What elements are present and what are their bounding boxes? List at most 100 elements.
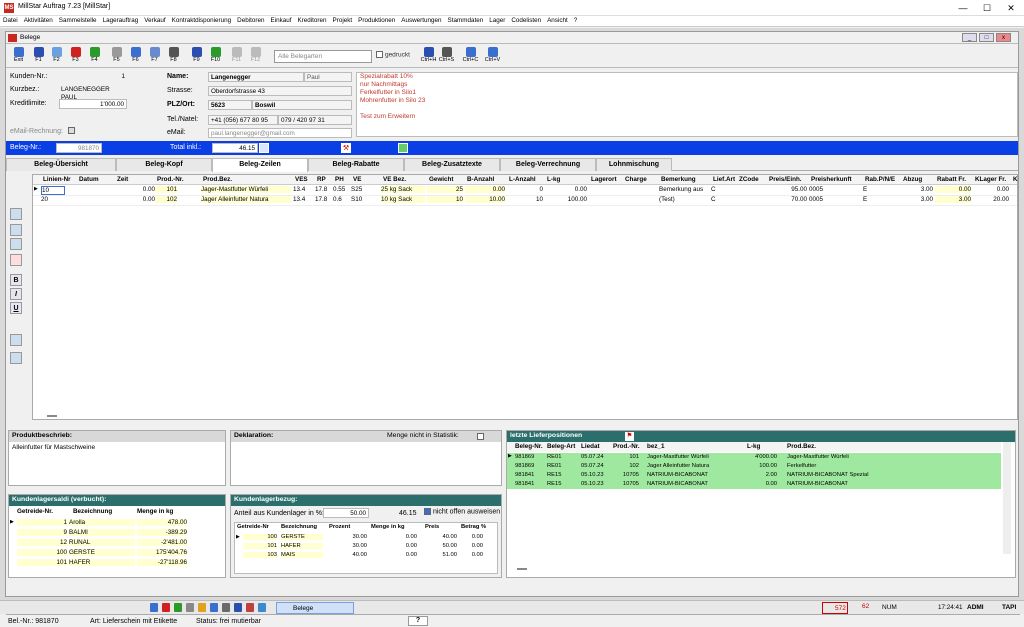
col-header-abzug[interactable]: Abzug: [903, 176, 922, 183]
menu-projekt[interactable]: Projekt: [330, 16, 356, 25]
cell-bemerkung[interactable]: Bemerkung aus: [659, 186, 709, 193]
cell-rabatt-fr[interactable]: 3.00: [935, 196, 971, 203]
liefer-cell-liedat[interactable]: 05.07.24: [581, 454, 604, 460]
insert-row-icon[interactable]: [10, 208, 22, 220]
tab-beleg-kopf[interactable]: Beleg-Kopf: [116, 158, 212, 171]
menu-einkauf[interactable]: Einkauf: [267, 16, 294, 25]
col-header-datum[interactable]: Datum: [79, 176, 99, 183]
liefer-cell-beleg-nr[interactable]: 981869: [515, 454, 534, 460]
child-minimize-icon[interactable]: _: [962, 33, 977, 42]
liefer-cell-prod-bez[interactable]: NATRIUM-BICABONAT Spezial: [787, 472, 869, 478]
ctrl-c-button[interactable]: Ctrl+C: [462, 46, 479, 66]
col-header-rab-p-n-e[interactable]: Rab.P/N/E: [865, 176, 895, 183]
cell-lief-art[interactable]: C: [711, 196, 735, 203]
tab-beleg-zusatztexte[interactable]: Beleg-Zusatztexte: [404, 158, 500, 171]
saldi-cell-getreide-nr[interactable]: 1: [17, 519, 67, 526]
col-header-klager-fr[interactable]: KLager Fr.: [975, 176, 1006, 183]
bezug-cell-betrag[interactable]: 0.00: [457, 543, 483, 549]
kreditlimite-field[interactable]: 1'000.00: [59, 99, 127, 109]
liefer-col-beleg-art[interactable]: Beleg-Art: [547, 443, 575, 450]
cell-linien-nr[interactable]: 20: [41, 196, 65, 203]
menu-datei[interactable]: Datei: [0, 16, 21, 25]
cell-preis-einh[interactable]: 70.00: [767, 196, 807, 203]
list-icon[interactable]: [10, 334, 22, 346]
liefer-cell-bez-1[interactable]: Jager Alleinfutter Natura: [647, 463, 709, 469]
saldi-col-bezeichnung[interactable]: Bezeichnung: [73, 508, 112, 515]
bezug-cell-preis[interactable]: 51.00: [425, 552, 457, 558]
menu-aktivit-ten[interactable]: Aktivitäten: [21, 16, 56, 25]
email-field[interactable]: paul.langenegger@gmail.com: [208, 128, 352, 138]
bezug-col-getreide-nr[interactable]: Getreide-Nr: [237, 524, 269, 530]
cell-ve[interactable]: S10: [351, 196, 379, 203]
table-row[interactable]: 20 0.00 102 Jager Alleinfutter Natura 13.4 17…: [33, 196, 1017, 206]
menu-codelisten[interactable]: Codelisten: [508, 16, 544, 25]
liefer-col-prod-bez[interactable]: Prod.Bez.: [787, 443, 816, 450]
liefer-cell-l-kg[interactable]: 4'000.00: [727, 454, 777, 460]
f7-button[interactable]: F7: [146, 46, 163, 66]
saldi-row[interactable]: 100 GERSTE 175'404.76: [9, 549, 209, 559]
child-close-icon[interactable]: x: [996, 33, 1011, 42]
belegarten-select[interactable]: Alle Belegarten: [274, 50, 372, 63]
f12-button[interactable]: F12: [247, 46, 264, 66]
liefer-cell-beleg-nr[interactable]: 981841: [515, 481, 534, 487]
menu-auswertungen[interactable]: Auswertungen: [398, 16, 444, 25]
bezug-cell-menge-in-kg[interactable]: 0.00: [371, 552, 417, 558]
liefer-row[interactable]: 981841 RE15 05.10.23 10705 NATRIUM-BICABONAT…: [507, 471, 1001, 480]
task-icon-3[interactable]: [174, 603, 182, 612]
saldi-cell-menge-in-kg[interactable]: -389.29: [137, 529, 187, 536]
f5-button[interactable]: F5: [108, 46, 125, 66]
tab-beleg-verrechnung[interactable]: Beleg-Verrechnung: [500, 158, 596, 171]
task-icon-9[interactable]: [246, 603, 254, 612]
cell-linien-nr[interactable]: 10: [41, 186, 65, 195]
col-header-zeit[interactable]: Zeit: [117, 176, 128, 183]
liefer-col-prod-nr[interactable]: Prod.-Nr.: [613, 443, 640, 450]
bezug-cell-prozent[interactable]: 30.00: [329, 543, 367, 549]
liefer-cell-beleg-art[interactable]: RE01: [547, 454, 562, 460]
plz-field[interactable]: 5623: [208, 100, 252, 110]
liefer-col-liedat[interactable]: Liedat: [581, 443, 600, 450]
task-icon-8[interactable]: [234, 603, 242, 612]
bezug-cell-preis[interactable]: 40.00: [425, 534, 457, 540]
bezug-cell-betrag[interactable]: 0.00: [457, 534, 483, 540]
tool-icon[interactable]: ⚒: [341, 143, 351, 153]
liefer-cell-prod-bez[interactable]: Ferkelfutter: [787, 463, 816, 469]
task-belege[interactable]: Belege: [276, 602, 354, 614]
cell-gewicht[interactable]: 10: [427, 196, 463, 203]
saldi-cell-bezeichnung[interactable]: BALMI: [69, 529, 135, 536]
f6-button[interactable]: F6: [127, 46, 144, 66]
name-field[interactable]: Langenegger: [208, 72, 304, 82]
natel-field[interactable]: 079 / 420 97 31: [278, 115, 352, 125]
bezug-cell-prozent[interactable]: 30.00: [329, 534, 367, 540]
tab-beleg-zeilen[interactable]: Beleg-Zeilen: [212, 158, 308, 172]
cell-ves[interactable]: 13.4: [293, 196, 313, 203]
saldi-cell-getreide-nr[interactable]: 100: [17, 549, 67, 556]
liefer-cell-l-kg[interactable]: 100.00: [727, 463, 777, 469]
f2-button[interactable]: F2: [48, 46, 65, 66]
bezug-cell-menge-in-kg[interactable]: 0.00: [371, 543, 417, 549]
saldi-cell-bezeichnung[interactable]: Arolla: [69, 519, 135, 526]
email-rechnung-checkbox[interactable]: [68, 127, 75, 134]
menu-lagerauftrag[interactable]: Lagerauftrag: [100, 16, 142, 25]
cell-b-anzahl[interactable]: 10.00: [465, 196, 505, 203]
liefer-col-bez-1[interactable]: bez_1: [647, 443, 665, 450]
task-icon-5[interactable]: [198, 603, 206, 612]
cell-rp[interactable]: 17.8: [315, 186, 331, 193]
liefer-cell-beleg-art[interactable]: RE15: [547, 481, 562, 487]
vorname-field[interactable]: Paul: [304, 72, 352, 82]
horizontal-scrollbar[interactable]: [517, 568, 527, 570]
delete-row-icon[interactable]: [10, 254, 22, 266]
horizontal-scrollbar[interactable]: [47, 415, 57, 417]
saldi-cell-menge-in-kg[interactable]: 175'404.76: [137, 549, 187, 556]
cell-klager-fr[interactable]: 20.00: [973, 196, 1009, 203]
cell-l-kg[interactable]: 0.00: [545, 186, 587, 193]
menu-lager[interactable]: Lager: [486, 16, 508, 25]
total-field[interactable]: 46.15: [212, 143, 258, 153]
liefer-cell-beleg-art[interactable]: RE15: [547, 472, 562, 478]
cell-ve[interactable]: S25: [351, 186, 379, 193]
bezug-cell-getreide-nr[interactable]: 101: [243, 543, 277, 549]
exit-button[interactable]: Exit: [10, 46, 27, 66]
liefer-cell-liedat[interactable]: 05.10.23: [581, 481, 604, 487]
col-header-preis-einh[interactable]: Preis/Einh.: [769, 176, 802, 183]
ctrl-v-button[interactable]: Ctrl+V: [484, 46, 501, 66]
calculator-icon[interactable]: [259, 143, 269, 153]
